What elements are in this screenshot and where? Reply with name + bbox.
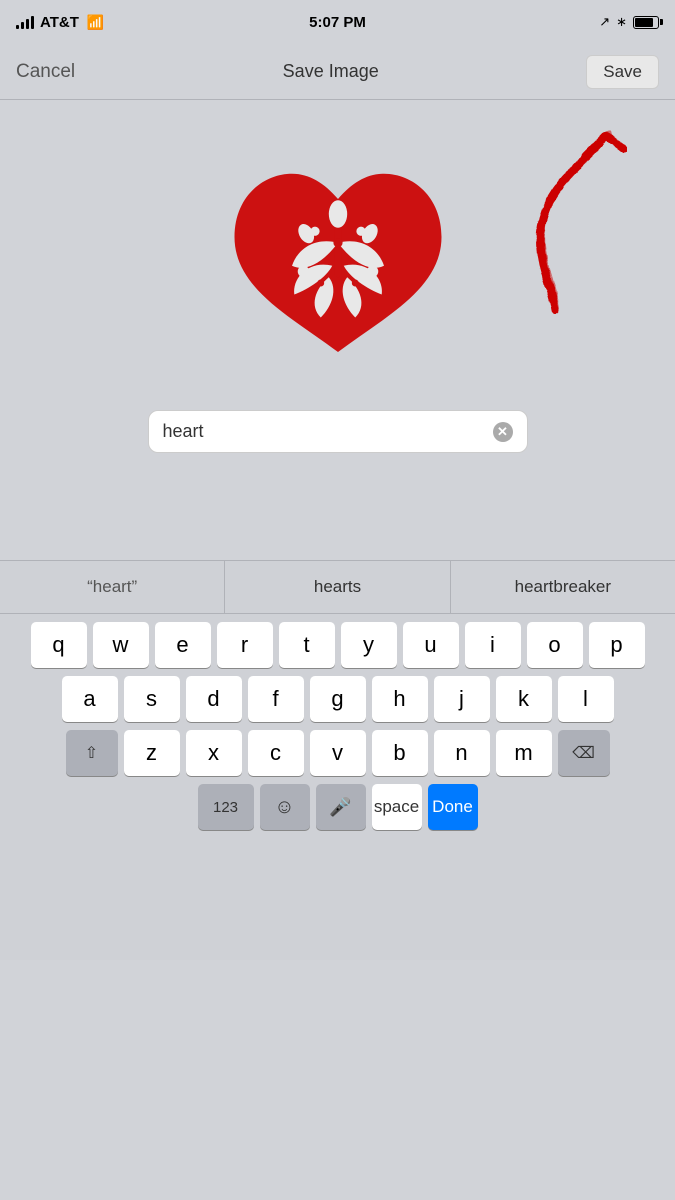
key-q[interactable]: q [31, 622, 87, 668]
key-d[interactable]: d [186, 676, 242, 722]
key-g[interactable]: g [310, 676, 366, 722]
nav-bar: Cancel Save Image Save [0, 44, 675, 100]
status-right: ↗ ∗ [599, 14, 659, 30]
status-left: AT&T 📶 [16, 14, 104, 31]
bluetooth-icon: ∗ [616, 14, 627, 30]
space-key[interactable]: space [372, 784, 422, 830]
key-u[interactable]: u [403, 622, 459, 668]
key-e[interactable]: e [155, 622, 211, 668]
key-r[interactable]: r [217, 622, 273, 668]
battery-icon [633, 16, 659, 29]
numbers-key[interactable]: 123 [198, 784, 254, 830]
emoji-key[interactable]: ☺ [260, 784, 310, 830]
key-y[interactable]: y [341, 622, 397, 668]
search-input-wrapper: ✕ [148, 410, 528, 453]
nav-title: Save Image [283, 61, 379, 82]
key-n[interactable]: n [434, 730, 490, 776]
key-o[interactable]: o [527, 622, 583, 668]
clear-button[interactable]: ✕ [493, 422, 513, 442]
search-input[interactable] [163, 421, 485, 442]
key-z[interactable]: z [124, 730, 180, 776]
key-x[interactable]: x [186, 730, 242, 776]
autocomplete-item-1[interactable]: hearts [225, 561, 450, 613]
keyboard-row-3: ⇧ z x c v b n m ⌫ [4, 730, 671, 776]
arrow-annotation [475, 120, 635, 320]
autocomplete-item-2[interactable]: heartbreaker [451, 561, 675, 613]
status-bar: AT&T 📶 5:07 PM ↗ ∗ [0, 0, 675, 44]
key-l[interactable]: l [558, 676, 614, 722]
carrier-label: AT&T [40, 14, 79, 31]
key-s[interactable]: s [124, 676, 180, 722]
save-button[interactable]: Save [586, 55, 659, 89]
key-f[interactable]: f [248, 676, 304, 722]
key-c[interactable]: c [248, 730, 304, 776]
keyboard-row-2: a s d f g h j k l [4, 676, 671, 722]
wifi-icon: 📶 [87, 14, 104, 31]
key-a[interactable]: a [62, 676, 118, 722]
key-t[interactable]: t [279, 622, 335, 668]
heart-image [218, 140, 458, 380]
key-j[interactable]: j [434, 676, 490, 722]
done-key[interactable]: Done [428, 784, 478, 830]
key-h[interactable]: h [372, 676, 428, 722]
delete-key[interactable]: ⌫ [558, 730, 610, 776]
keyboard-row-4: 123 ☺ 🎤 space Done [4, 784, 671, 830]
key-m[interactable]: m [496, 730, 552, 776]
search-container: ✕ [148, 410, 528, 453]
location-icon: ↗ [599, 14, 610, 30]
signal-bars-icon [16, 15, 34, 29]
key-b[interactable]: b [372, 730, 428, 776]
key-i[interactable]: i [465, 622, 521, 668]
shift-key[interactable]: ⇧ [66, 730, 118, 776]
key-p[interactable]: p [589, 622, 645, 668]
autocomplete-bar: “heart” hearts heartbreaker [0, 560, 675, 614]
content-area: ✕ [0, 100, 675, 560]
key-k[interactable]: k [496, 676, 552, 722]
status-time: 5:07 PM [309, 14, 366, 31]
cancel-button[interactable]: Cancel [16, 61, 75, 83]
mic-key[interactable]: 🎤 [316, 784, 366, 830]
keyboard: q w e r t y u i o p a s d f g h j k l ⇧ … [0, 614, 675, 960]
battery-fill [635, 18, 653, 27]
key-v[interactable]: v [310, 730, 366, 776]
key-w[interactable]: w [93, 622, 149, 668]
autocomplete-item-0[interactable]: “heart” [0, 561, 225, 613]
keyboard-row-1: q w e r t y u i o p [4, 622, 671, 668]
